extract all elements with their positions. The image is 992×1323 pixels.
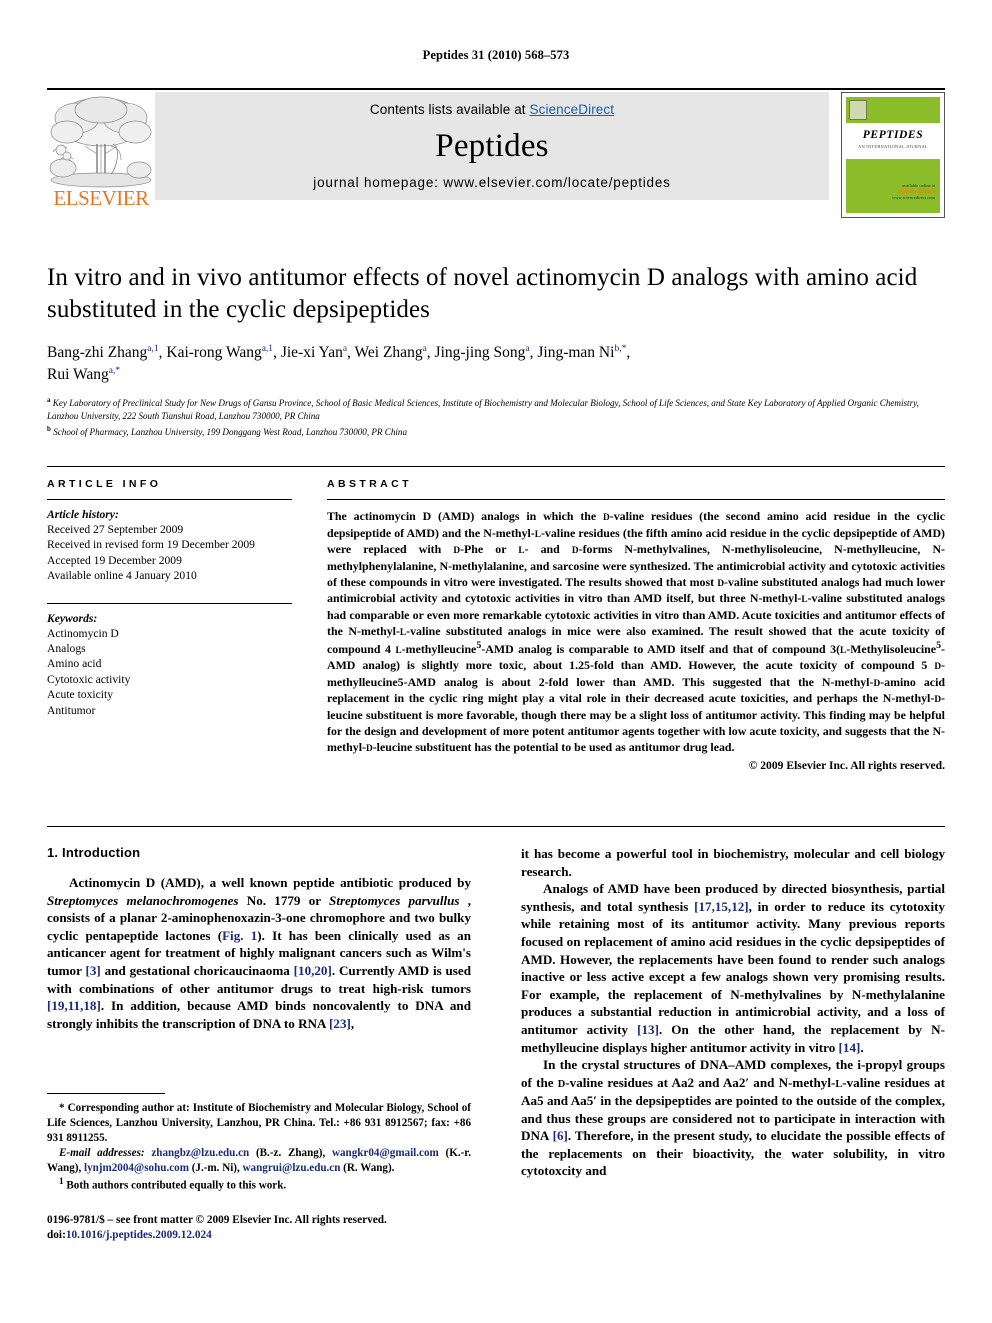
abstract-rule <box>327 499 945 500</box>
keyword-5: Antitumor <box>47 703 96 717</box>
elsevier-wordmark: ELSEVIER <box>53 186 149 210</box>
abstract-column: ABSTRACT The actinomycin D (AMD) analogs… <box>327 478 945 772</box>
keywords-label: Keywords: <box>47 611 98 625</box>
contents-prefix: Contents lists available at <box>369 102 530 117</box>
cover-title: PEPTIDES <box>862 129 924 141</box>
article-history-1: Received in revised form 19 December 200… <box>47 538 255 552</box>
article-info-heading: ARTICLE INFO <box>47 478 162 490</box>
author-line-1: Bang-zhi Zhanga,1, Kai-rong Wanga,1, Jie… <box>47 343 631 361</box>
footnote-block: * Corresponding author at: Institute of … <box>47 1093 471 1194</box>
abstract-copyright: © 2009 Elsevier Inc. All rights reserved… <box>748 759 945 773</box>
page-footer: 0196-9781/$ – see front matter © 2009 El… <box>47 1213 487 1244</box>
article-history-0: Received 27 September 2009 <box>47 523 184 536</box>
keyword-4: Acute toxicity <box>47 688 114 702</box>
cover-top-band <box>846 97 940 123</box>
doi-value[interactable]: 10.1016/j.peptides.2009.12.024 <box>66 1229 212 1241</box>
keyword-0: Actinomycin D <box>47 626 119 640</box>
elsevier-logo: ELSEVIER <box>47 92 155 218</box>
section-heading-introduction: 1. Introduction <box>47 845 141 860</box>
keywords-rule <box>47 602 292 604</box>
footnote-corresponding-author: * Corresponding author at: Institute of … <box>47 1102 471 1144</box>
issn-front-matter: 0196-9781/$ – see front matter © 2009 El… <box>47 1214 387 1226</box>
doi-line: doi:10.1016/j.peptides.2009.12.024 <box>47 1228 487 1243</box>
article-info-rule <box>47 499 292 500</box>
journal-masthead: ELSEVIER Contents lists available at Sci… <box>47 88 945 218</box>
cover-subtitle: AN INTERNATIONAL JOURNAL <box>858 144 928 149</box>
journal-homepage[interactable]: journal homepage: www.elsevier.com/locat… <box>313 175 670 190</box>
masthead-center: Contents lists available at ScienceDirec… <box>155 92 829 200</box>
contents-available-line: Contents lists available at ScienceDirec… <box>370 102 614 117</box>
affiliation-list: a Key Laboratory of Preclinical Study fo… <box>47 395 945 439</box>
elsevier-tree-icon <box>49 96 152 188</box>
cover-logo-icon <box>849 100 867 120</box>
intro-paragraph-right-2: Analogs of AMD have been produced by dir… <box>521 881 946 1055</box>
body-column-left: 1. Introduction Actinomycin D (AMD), a w… <box>47 845 471 1032</box>
author-list: Bang-zhi Zhanga,1, Kai-rong Wanga,1, Jie… <box>47 342 945 386</box>
article-page: Peptides 31 (2010) 568–573 ELSEVIER Cont… <box>0 0 992 1323</box>
sciencedirect-link[interactable]: ScienceDirect <box>530 102 615 117</box>
journal-title: Peptides <box>435 127 549 164</box>
info-band-top-rule <box>47 466 945 467</box>
footnote-rule <box>47 1093 165 1094</box>
running-head: Peptides 31 (2010) 568–573 <box>422 48 570 62</box>
affiliation-b: b School of Pharmacy, Lanzhou University… <box>47 424 407 437</box>
footnote-emails: E-mail addresses: zhangbz@lzu.edu.cn (B.… <box>47 1146 471 1174</box>
doi-label: doi: <box>47 1229 66 1242</box>
author-line-2: Rui Wanga,* <box>47 365 121 383</box>
intro-paragraph-left-1: Actinomycin D (AMD), a well known peptid… <box>47 875 472 1031</box>
abstract-text: The actinomycin D (AMD) analogs in which… <box>327 509 946 754</box>
cover-sd-url: www.sciencedirect.com <box>892 195 935 200</box>
page-title: In vitro and in vivo antitumor effects o… <box>47 264 918 323</box>
intro-paragraph-right-1: it has become a powerful tool in biochem… <box>521 846 945 879</box>
article-info-column: ARTICLE INFO Article history: Received 2… <box>47 478 292 718</box>
affiliation-b-text: School of Pharmacy, Lanzhou University, … <box>53 426 407 437</box>
abstract-heading: ABSTRACT <box>327 478 412 490</box>
article-history-3: Available online 4 January 2010 <box>47 569 197 583</box>
article-history-label: Article history: <box>47 508 119 521</box>
footnote-equal-contribution: 1 Both authors contributed equally to th… <box>59 1176 287 1192</box>
keywords-block: Keywords: Actinomycin D Analogs Amino ac… <box>47 602 292 718</box>
article-history-2: Accepted 19 December 2009 <box>47 553 182 567</box>
cover-sciencedirect-badge: available online at ScienceDirect www.sc… <box>892 183 935 200</box>
cover-sd-name: ScienceDirect <box>897 188 935 195</box>
body-column-right: it has become a powerful tool in biochem… <box>521 845 945 1180</box>
title-block: In vitro and in vivo antitumor effects o… <box>47 262 945 439</box>
affiliation-a: a Key Laboratory of Preclinical Study fo… <box>47 396 919 422</box>
keyword-3: Cytotoxic activity <box>47 672 131 686</box>
body-top-rule <box>47 826 945 827</box>
keyword-2: Amino acid <box>47 657 102 671</box>
journal-cover-thumbnail: PEPTIDES AN INTERNATIONAL JOURNAL availa… <box>841 92 945 218</box>
affiliation-a-text: Key Laboratory of Preclinical Study for … <box>47 398 919 422</box>
intro-paragraph-right-3: In the crystal structures of DNA–AMD com… <box>521 1057 945 1179</box>
keyword-1: Analogs <box>47 642 86 656</box>
